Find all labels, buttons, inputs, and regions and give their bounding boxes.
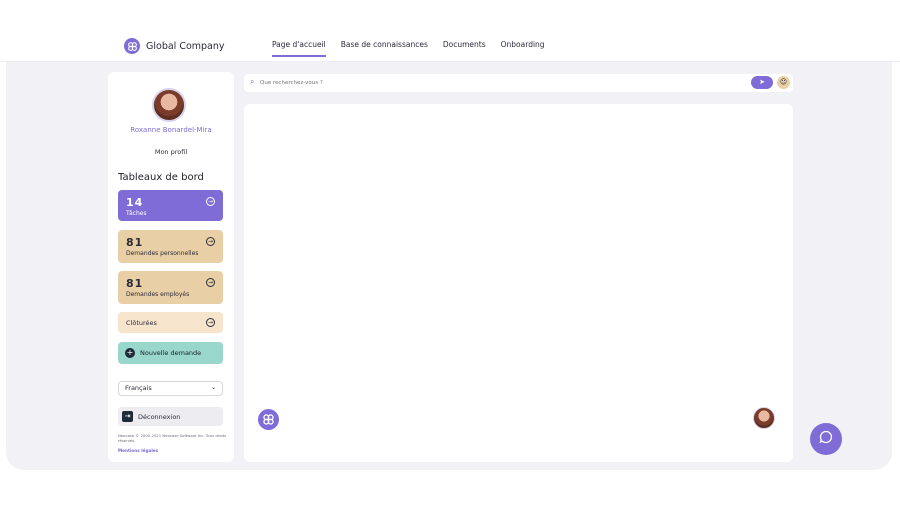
chevron-down-icon: ⌄ <box>210 384 216 391</box>
search-bar: ⌕ <box>244 74 793 92</box>
profile-link[interactable]: Mon profil <box>108 148 234 156</box>
top-header: Global Company Page d'accueil Base de co… <box>0 0 900 62</box>
send-button[interactable]: ➤ <box>751 76 773 89</box>
user-avatar-small <box>753 407 775 429</box>
chat-bubble-icon <box>818 429 834 449</box>
arrow-right-icon: → <box>206 197 215 206</box>
send-icon: ➤ <box>759 78 765 86</box>
assistant-button[interactable]: ☺ <box>777 76 790 89</box>
copyright-text: Neocase © 2000-2021 Neocase Software Inc… <box>118 433 227 443</box>
brand[interactable]: Global Company <box>124 38 225 54</box>
search-icon: ⌕ <box>250 77 255 86</box>
card-personal-requests[interactable]: 81 Demandes personnelles → <box>118 230 223 263</box>
user-name: Roxanne Bonardel-Mira <box>130 126 212 134</box>
new-request-button[interactable]: + Nouvelle demande <box>118 342 223 364</box>
arrow-right-icon: → <box>206 318 215 327</box>
language-value: Français <box>125 384 152 392</box>
brand-name: Global Company <box>146 40 225 52</box>
card-label: Clôturées <box>126 318 157 327</box>
app-root: Global Company Page d'accueil Base de co… <box>0 0 900 506</box>
main-nav: Page d'accueil Base de connaissances Doc… <box>272 40 545 57</box>
dashboard-title: Tableaux de bord <box>118 172 204 183</box>
language-select[interactable]: Français ⌄ <box>118 381 223 396</box>
logout-label: Déconnexion <box>138 412 181 421</box>
flower-logo-icon <box>258 409 279 430</box>
new-request-label: Nouvelle demande <box>140 349 202 357</box>
logout-icon: ⇥ <box>122 411 133 422</box>
sidebar: Roxanne Bonardel-Mira Mon profil Tableau… <box>108 72 234 462</box>
arrow-right-icon: → <box>206 237 215 246</box>
arrow-right-icon: → <box>206 278 215 287</box>
card-count: 81 <box>126 236 144 249</box>
search-input[interactable] <box>260 77 740 89</box>
card-count: 81 <box>126 277 144 290</box>
plus-icon: + <box>125 348 135 358</box>
card-label: Demandes employés <box>126 291 190 298</box>
flower-logo-icon <box>124 38 140 54</box>
card-label: Tâches <box>126 210 147 217</box>
nav-documents[interactable]: Documents <box>443 40 486 57</box>
card-count: 14 <box>126 196 144 209</box>
chat-button[interactable] <box>810 423 842 455</box>
logout-button[interactable]: ⇥ Déconnexion <box>118 407 223 426</box>
nav-knowledge-base[interactable]: Base de connaissances <box>341 40 428 57</box>
nav-onboarding[interactable]: Onboarding <box>501 40 545 57</box>
card-tasks[interactable]: 14 Tâches → <box>118 190 223 221</box>
card-closed[interactable]: Clôturées → <box>118 312 223 333</box>
legal-link[interactable]: Mentions légales <box>118 448 158 453</box>
card-label: Demandes personnelles <box>126 250 199 257</box>
card-employee-requests[interactable]: 81 Demandes employés → <box>118 271 223 304</box>
content-area <box>244 104 793 462</box>
avatar[interactable] <box>152 88 186 122</box>
nav-home[interactable]: Page d'accueil <box>272 40 326 57</box>
people-icon: ☺ <box>779 78 788 86</box>
